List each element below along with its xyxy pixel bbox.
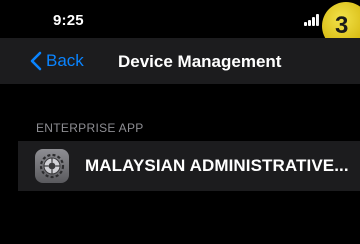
enterprise-app-label: MALAYSIAN ADMINISTRATIVE... [85, 156, 349, 175]
section-header: ENTERPRISE APP [36, 121, 144, 135]
chevron-left-icon [30, 51, 42, 71]
status-bar: 9:25 [0, 0, 360, 38]
page-title: Device Management [118, 52, 282, 71]
back-label: Back [46, 51, 84, 70]
status-time: 9:25 [53, 12, 84, 29]
settings-gear-icon [35, 149, 69, 183]
enterprise-app-item[interactable]: MALAYSIAN ADMINISTRATIVE... [18, 141, 360, 191]
back-button[interactable]: Back [30, 49, 84, 73]
signal-strength-icon [304, 14, 322, 26]
navigation-bar: Back Device Management [0, 38, 360, 84]
